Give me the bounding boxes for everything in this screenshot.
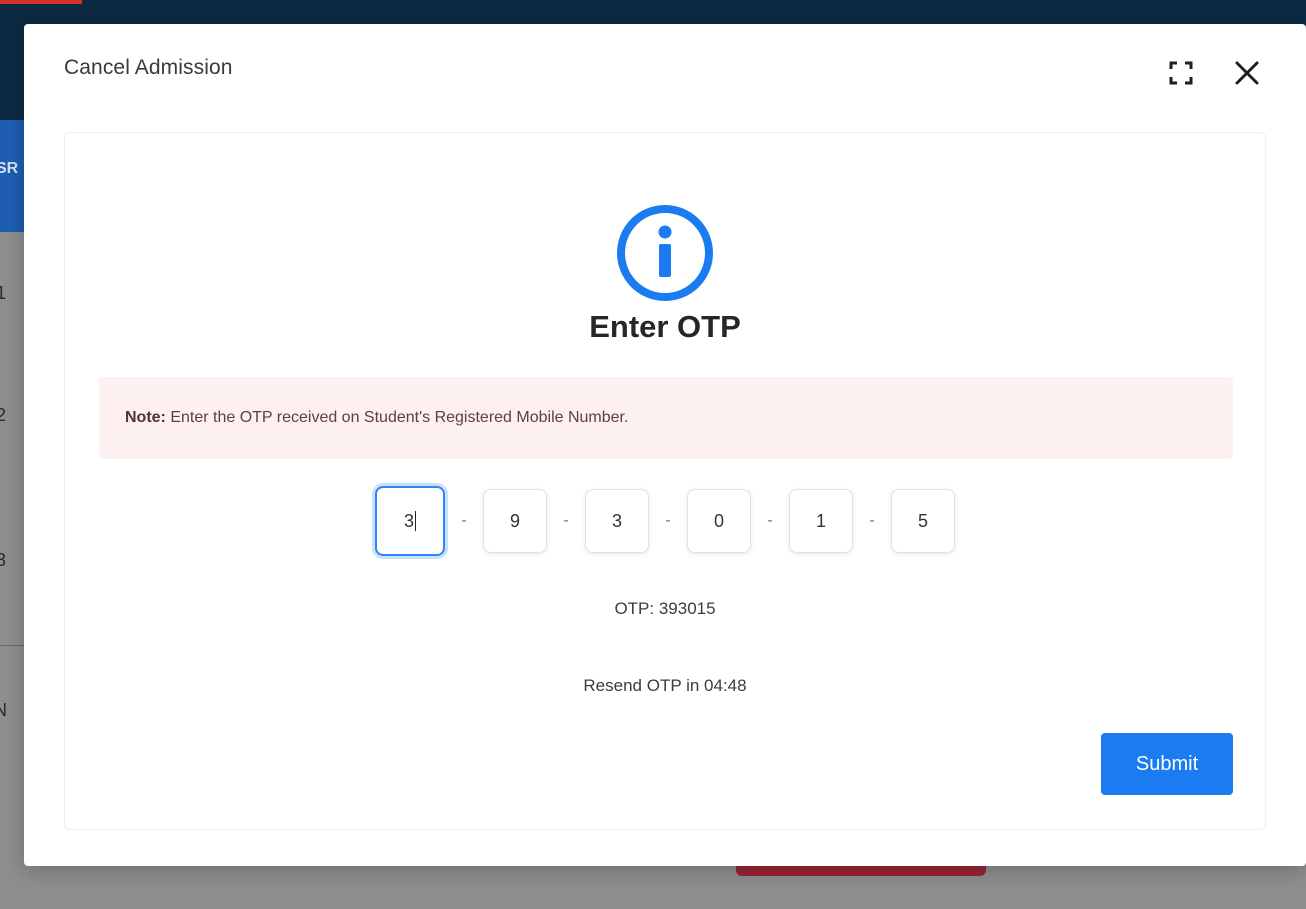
background-row-number: 1 bbox=[0, 283, 7, 303]
otp-digit-input[interactable]: 5 bbox=[891, 489, 955, 553]
otp-hint-text: OTP: 393015 bbox=[614, 599, 716, 618]
note-box: Note: Enter the OTP received on Student'… bbox=[99, 377, 1233, 459]
note-text: Note: Enter the OTP received on Student'… bbox=[125, 409, 628, 427]
otp-card: Enter OTP Note: Enter the OTP received o… bbox=[64, 132, 1266, 830]
note-label: Note: bbox=[125, 409, 166, 426]
close-icon bbox=[1235, 61, 1259, 85]
info-circle-icon bbox=[617, 205, 713, 301]
background-red-button bbox=[736, 866, 986, 876]
otp-digit-input[interactable]: 3 bbox=[585, 489, 649, 553]
otp-separator: - bbox=[461, 512, 467, 529]
background-srn-label: SR bbox=[0, 160, 19, 177]
otp-heading: Enter OTP bbox=[589, 309, 741, 344]
resend-otp-timer: Resend OTP in 04:48 bbox=[583, 676, 747, 695]
otp-digit-input[interactable]: 9 bbox=[483, 489, 547, 553]
otp-separator: - bbox=[767, 512, 773, 529]
expand-button[interactable] bbox=[1164, 56, 1198, 90]
note-message: Enter the OTP received on Student's Regi… bbox=[165, 409, 629, 426]
submit-button[interactable]: Submit bbox=[1101, 733, 1233, 795]
otp-digit-input[interactable]: 0 bbox=[687, 489, 751, 553]
background-row-number: 3 bbox=[0, 550, 7, 570]
expand-icon bbox=[1169, 61, 1193, 85]
background-topbar-accent bbox=[0, 0, 82, 4]
otp-digit-input[interactable]: 1 bbox=[789, 489, 853, 553]
close-button[interactable] bbox=[1228, 54, 1266, 92]
modal-title: Cancel Admission bbox=[64, 56, 233, 79]
otp-input-group: 3 - 9 - 3 - 0 - 1 - 5 bbox=[65, 485, 1265, 557]
otp-separator: - bbox=[665, 512, 671, 529]
cancel-admission-modal: Cancel Admission Enter OTP Note: Enter t… bbox=[24, 24, 1306, 866]
otp-digit-input[interactable]: 3 bbox=[375, 486, 445, 556]
background-row-number: 2 bbox=[0, 405, 7, 425]
otp-separator: - bbox=[869, 512, 875, 529]
text-caret bbox=[415, 511, 416, 531]
otp-separator: - bbox=[563, 512, 569, 529]
background-partial-label: N bbox=[0, 700, 7, 720]
